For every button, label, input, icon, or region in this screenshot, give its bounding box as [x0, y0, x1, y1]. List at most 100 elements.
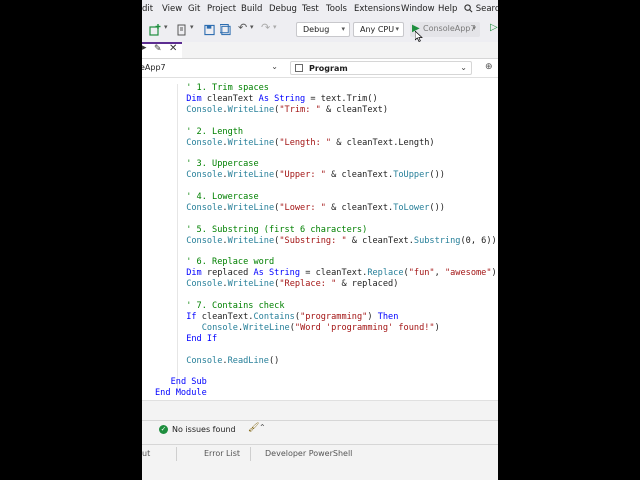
new-project-icon[interactable]: [149, 24, 161, 36]
menu-edit[interactable]: dit: [142, 4, 153, 14]
code-token: WriteLine: [227, 202, 275, 213]
code-token: & cleanText.: [325, 170, 394, 181]
code-token: "Trim: ": [279, 104, 321, 115]
code-token: Dim: [186, 93, 207, 104]
menu-help[interactable]: Help: [438, 4, 457, 14]
horizontal-scrollbar[interactable]: [142, 400, 498, 411]
chevron-down-icon[interactable]: ▾: [250, 23, 254, 31]
chevron-up-icon[interactable]: ⌃: [259, 423, 266, 432]
code-token: & cleanText.: [325, 202, 394, 213]
code-token: If: [186, 311, 202, 322]
visual-studio-window: dit View Git Project Build Debug Test To…: [142, 0, 498, 480]
code-editor[interactable]: ' 1. Trim spaces Dim cleanText As String …: [142, 78, 498, 400]
configuration-dropdown[interactable]: Debug ▾: [296, 22, 350, 37]
code-token: ' 4. Lowercase: [186, 192, 259, 202]
code-token: ' 1. Trim spaces: [186, 83, 269, 93]
code-line[interactable]: Console.WriteLine("Replace: " & replaced…: [186, 279, 398, 290]
menu-extensions[interactable]: Extensions: [354, 4, 400, 14]
close-tab-icon[interactable]: ✕: [169, 43, 177, 54]
code-line[interactable]: ' 7. Contains check: [186, 301, 284, 312]
menu-debug[interactable]: Debug: [269, 4, 297, 14]
configuration-value: Debug: [303, 25, 330, 34]
code-token: ' 3. Uppercase: [186, 159, 259, 170]
code-token: WriteLine: [227, 104, 275, 115]
module-icon: [295, 64, 303, 72]
redo-icon[interactable]: ↷: [261, 21, 270, 34]
search-menu[interactable]: Search: [464, 4, 498, 14]
save-all-icon[interactable]: [220, 24, 231, 36]
code-line[interactable]: ' 2. Length: [186, 127, 243, 138]
code-token: ' 7. Contains check: [186, 301, 285, 311]
tab-divider: [250, 447, 251, 461]
pin-icon[interactable]: ✎: [154, 44, 162, 54]
code-token: ReadLine: [227, 355, 269, 366]
code-token: As String: [253, 268, 301, 279]
menu-view[interactable]: View: [162, 4, 182, 14]
mouse-cursor-icon: [415, 31, 423, 42]
chevron-down-icon[interactable]: ▾: [190, 23, 194, 31]
editor-status-row: ✓ No issues found 🖌 ⌃: [142, 420, 498, 438]
code-line[interactable]: ' 6. Replace word: [186, 257, 274, 268]
code-token: Console: [186, 235, 223, 246]
start-without-debugging-icon[interactable]: ▷: [490, 22, 498, 33]
code-line[interactable]: End Sub: [171, 377, 207, 388]
code-cleanup-icon[interactable]: 🖌: [248, 423, 259, 433]
save-icon[interactable]: [204, 24, 215, 36]
platform-dropdown[interactable]: Any CPU ▾: [353, 22, 404, 37]
code-line[interactable]: ' 5. Substring (first 6 characters): [186, 225, 367, 236]
code-token: End Sub: [170, 377, 207, 388]
code-line[interactable]: End Module: [155, 388, 207, 399]
tab-error-list[interactable]: Error List: [204, 449, 240, 458]
code-token: ' 2. Length: [186, 126, 244, 137]
code-token: ,: [434, 268, 445, 279]
split-editor-icon[interactable]: ⊕: [485, 62, 493, 72]
code-line[interactable]: If cleanText.Contains("programming") The…: [186, 312, 398, 323]
code-line[interactable]: Console.WriteLine("Length: " & cleanText…: [186, 138, 434, 149]
tab-output[interactable]: ut: [142, 449, 150, 458]
navigation-bar: eApp7 ⌄ Program ⌄ ⊕: [142, 59, 498, 78]
code-line[interactable]: Console.ReadLine(): [186, 356, 279, 367]
code-line[interactable]: Dim cleanText As String = text.Trim(): [186, 94, 377, 105]
code-line[interactable]: Console.WriteLine("Word 'programming' fo…: [186, 323, 440, 334]
chevron-down-icon[interactable]: ▾: [164, 23, 168, 31]
run-target-label: ConsoleApp7: [423, 24, 476, 33]
menu-project[interactable]: Project: [207, 4, 236, 14]
code-line[interactable]: End If: [186, 334, 217, 345]
code-token: Dim: [186, 268, 207, 279]
code-token: & cleanText): [320, 104, 389, 115]
tab-developer-powershell[interactable]: Developer PowerShell: [265, 449, 352, 458]
code-line[interactable]: Console.WriteLine("Upper: " & cleanText.…: [186, 170, 445, 181]
code-line[interactable]: ' 4. Lowercase: [186, 192, 258, 203]
code-line[interactable]: ' 1. Trim spaces: [186, 83, 269, 94]
code-token: "Upper: ": [279, 170, 326, 181]
code-token: WriteLine: [227, 279, 275, 290]
code-token: WriteLine: [227, 235, 275, 246]
menu-window[interactable]: Window: [401, 4, 435, 14]
menu-tools[interactable]: Tools: [326, 4, 347, 14]
chevron-down-icon: ⌄: [271, 62, 278, 71]
chevron-down-icon[interactable]: ▾: [273, 23, 277, 31]
menu-git[interactable]: Git: [188, 4, 200, 14]
code-token: "programming": [300, 311, 368, 322]
code-token: ToLower: [393, 202, 430, 213]
project-dropdown[interactable]: eApp7 ⌄: [142, 61, 282, 75]
code-line[interactable]: Console.WriteLine("Substring: " & cleanT…: [186, 236, 497, 247]
member-dropdown[interactable]: Program ⌄: [290, 61, 472, 75]
tab-overflow-icon[interactable]: ▸: [142, 43, 147, 53]
menu-build[interactable]: Build: [241, 4, 262, 14]
open-file-icon[interactable]: [176, 24, 188, 36]
indent-guide: [177, 84, 178, 394]
check-circle-icon: ✓: [159, 425, 168, 434]
code-line[interactable]: Console.WriteLine("Trim: " & cleanText): [186, 105, 388, 116]
code-token: Console: [186, 355, 223, 366]
document-tab-strip: ▸ ✎ ✕: [142, 42, 498, 59]
bottom-panel-tabs: ut Error List Developer PowerShell: [142, 444, 498, 463]
menu-test[interactable]: Test: [302, 4, 319, 14]
code-line[interactable]: ' 3. Uppercase: [186, 159, 258, 170]
issues-status[interactable]: No issues found: [172, 425, 236, 434]
code-token: & cleanText.Length): [331, 137, 435, 148]
code-line[interactable]: Console.WriteLine("Lower: " & cleanText.…: [186, 203, 445, 214]
code-line[interactable]: Dim replaced As String = cleanText.Repla…: [186, 268, 497, 279]
code-token: ' 5. Substring (first 6 characters): [186, 224, 368, 235]
undo-icon[interactable]: ↶: [238, 21, 247, 34]
